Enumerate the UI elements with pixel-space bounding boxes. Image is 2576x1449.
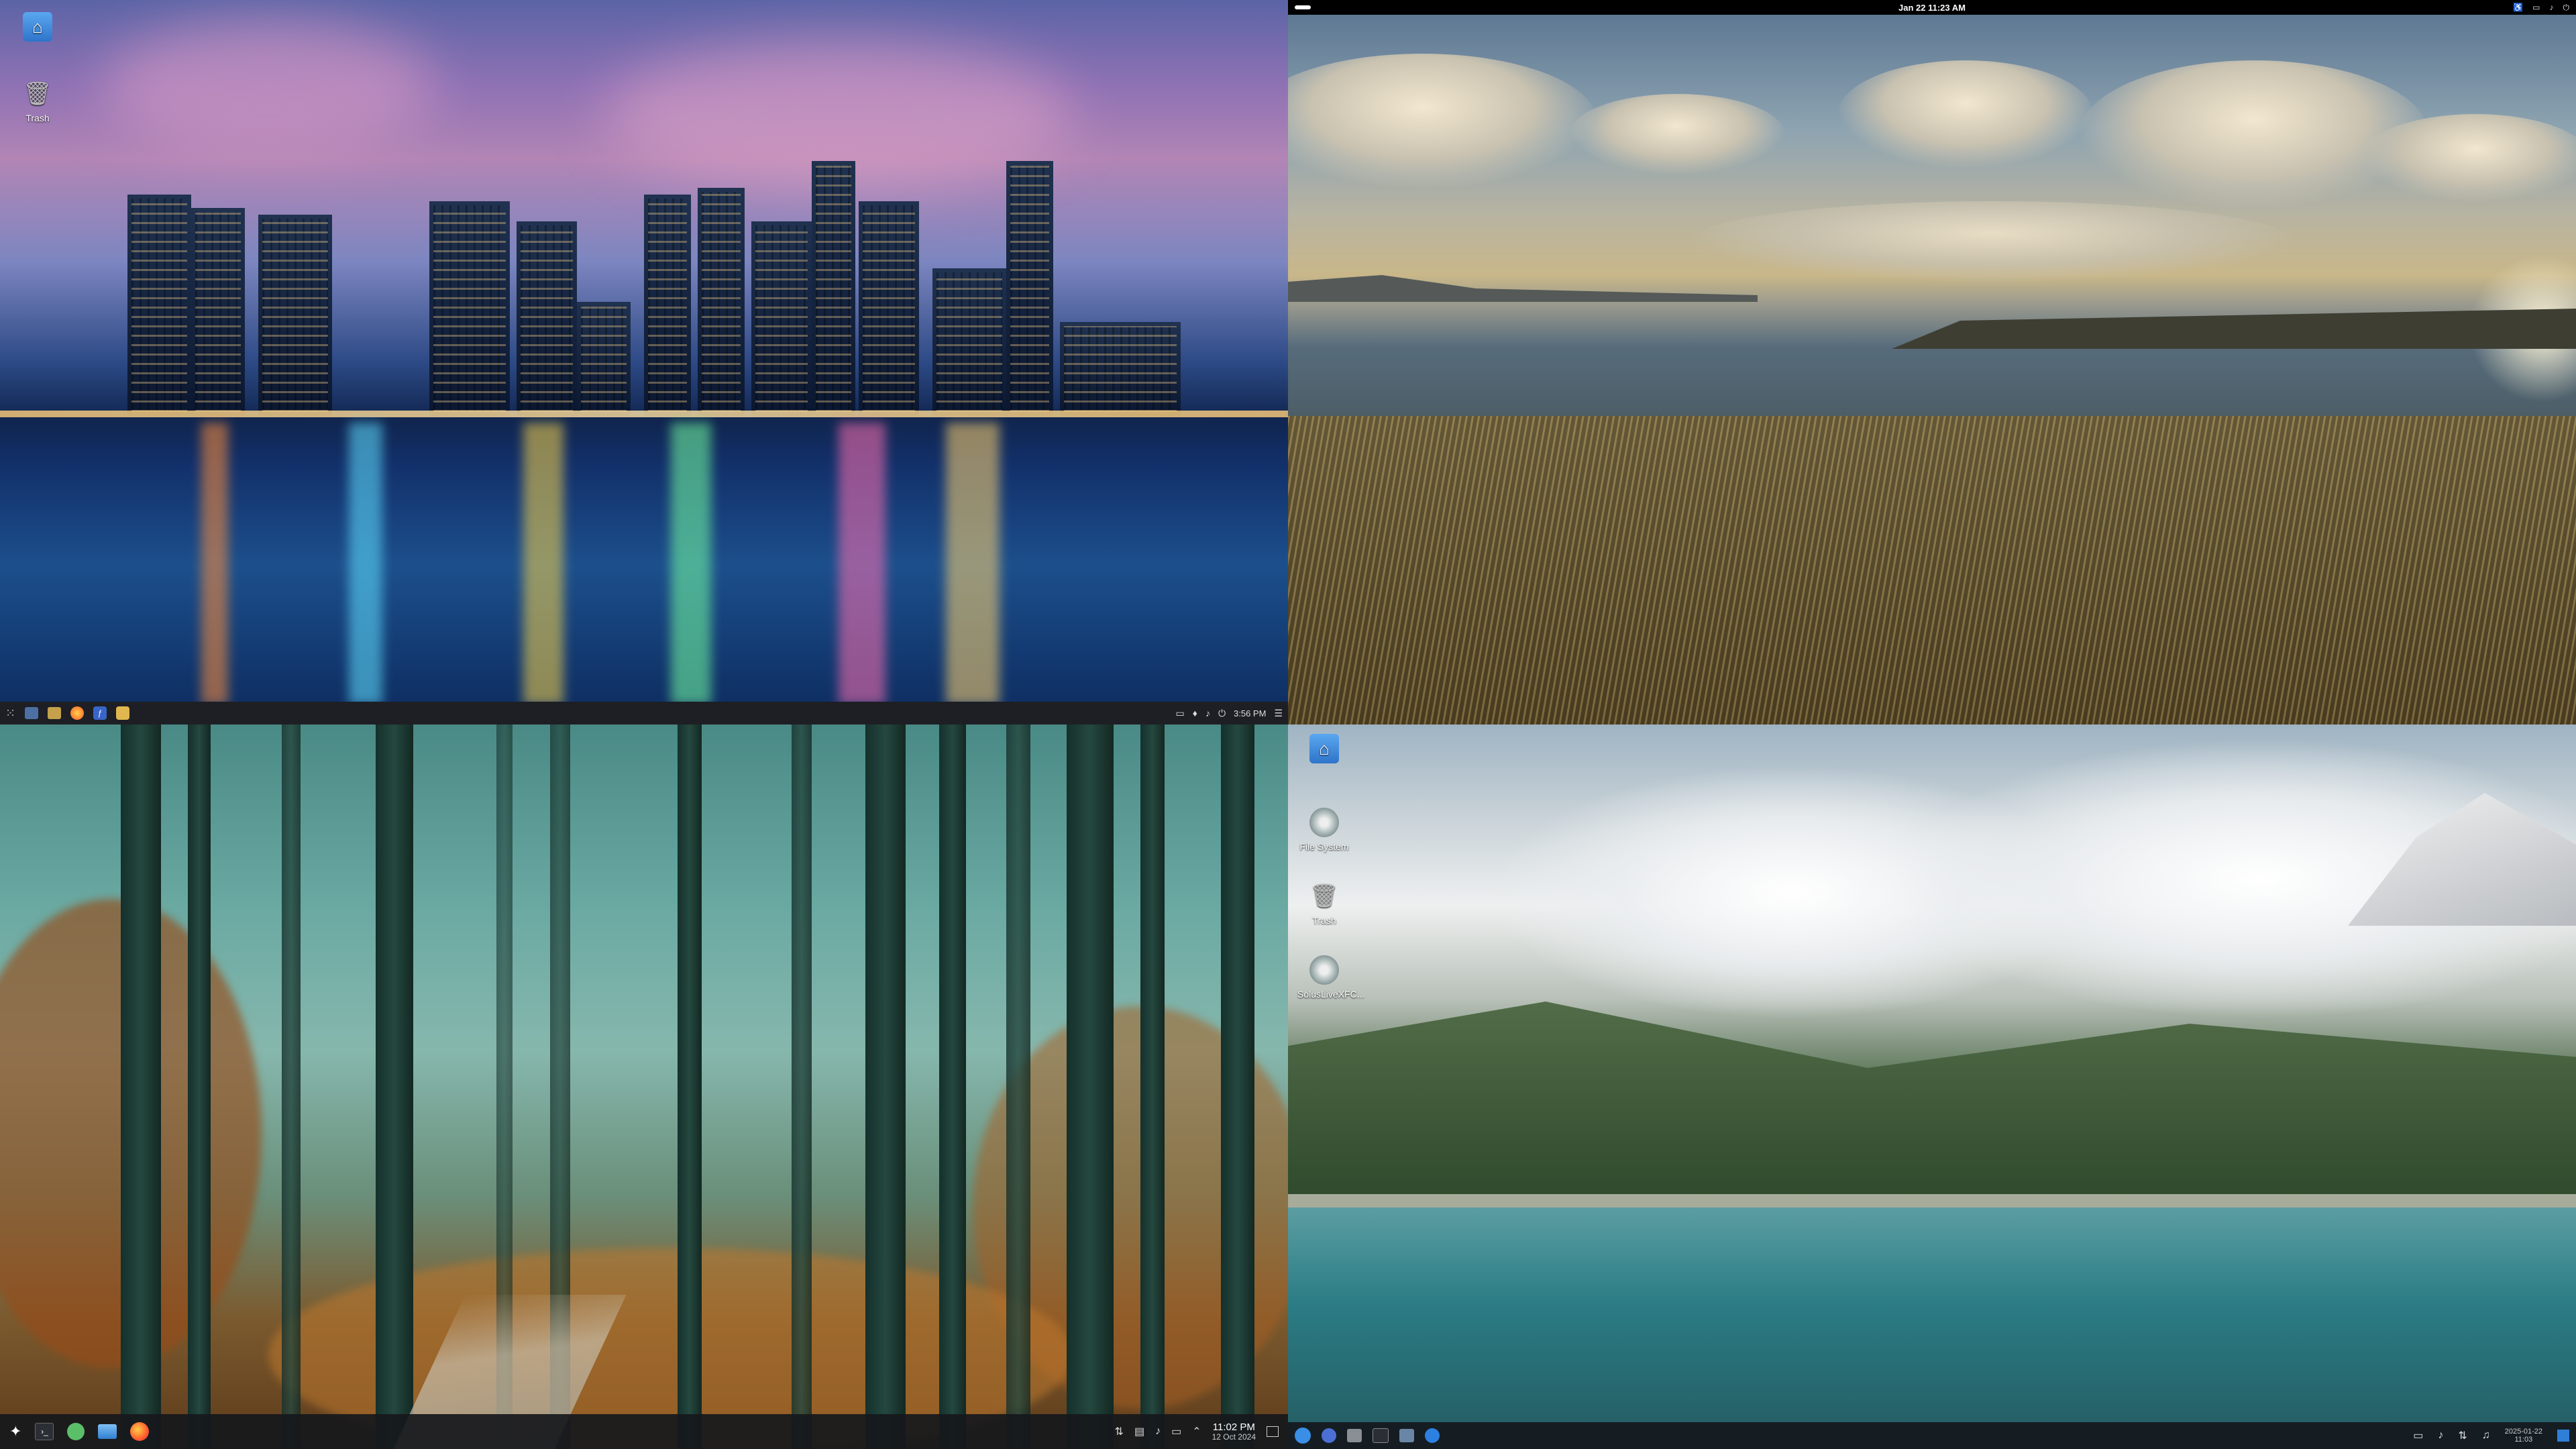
desktop-icon-trash[interactable]: 🗑 Trash xyxy=(1297,881,1351,926)
home-folder-icon: ⌂ xyxy=(1309,734,1339,763)
wallpaper-lake-mountains xyxy=(1288,724,2576,1449)
network-icon[interactable]: ⇅ xyxy=(2458,1429,2467,1442)
settings-icon[interactable] xyxy=(1425,1428,1440,1443)
trash-icon: 🗑 xyxy=(23,81,52,107)
expand-icon[interactable]: ⌃ xyxy=(1192,1425,1201,1438)
desktop-top-left: ⌂ 🗑 Trash ⁙ ƒ ▭ ♦ ♪ ⏻ 3:56 PM ☰ xyxy=(0,0,1288,724)
screen-icon[interactable]: ▭ xyxy=(1176,708,1185,719)
home-folder-icon: ⌂ xyxy=(23,12,52,42)
desktop-bottom-left: ✦ ›_ ⇅ ▤ ♪ ▭ ⌃ 11:02 PM 12 Oct 2024 xyxy=(0,724,1288,1449)
desktop-icon-home[interactable]: ⌂ xyxy=(1297,734,1351,767)
accessibility-icon[interactable]: ♿ xyxy=(2513,3,2523,12)
display-icon[interactable]: ▭ xyxy=(1171,1425,1181,1438)
desktop-icon[interactable] xyxy=(25,707,39,719)
volume-icon[interactable]: ♪ xyxy=(2550,3,2554,12)
wallpaper-city-skyline xyxy=(0,0,1288,724)
app-grid-icon[interactable]: ⁙ xyxy=(5,706,15,720)
network-icon[interactable]: ⇅ xyxy=(1115,1425,1124,1438)
display-icon[interactable]: ▭ xyxy=(2413,1429,2423,1442)
files-icon[interactable] xyxy=(1347,1429,1362,1442)
wallpaper-forest xyxy=(0,724,1288,1449)
terminal-icon[interactable]: ›_ xyxy=(35,1423,54,1440)
trash-icon: 🗑 xyxy=(1309,883,1339,909)
volume-icon[interactable]: ♪ xyxy=(2438,1430,2443,1442)
firefox-icon[interactable] xyxy=(70,706,85,720)
files-icon[interactable] xyxy=(98,1424,117,1439)
menu-icon[interactable] xyxy=(1295,1428,1311,1444)
show-desktop-icon[interactable] xyxy=(2557,1430,2569,1442)
files-icon[interactable] xyxy=(48,707,62,719)
notification-icon[interactable]: ♦ xyxy=(1193,708,1197,718)
app-icon[interactable] xyxy=(1322,1428,1336,1443)
installer-icon[interactable] xyxy=(1399,1429,1414,1442)
desktop-top-right: Jan 22 11:23 AM ♿ ▭ ♪ ⏻ xyxy=(1288,0,2576,724)
clipboard-icon[interactable]: ▤ xyxy=(1134,1425,1144,1438)
volume-icon[interactable]: ♪ xyxy=(1205,708,1210,718)
bottom-panel: ⁙ ƒ ▭ ♦ ♪ ⏻ 3:56 PM ☰ xyxy=(0,702,1288,724)
desktop-bottom-right: ⌂ File System 🗑 Trash SolusLiveXFC... ▭ … xyxy=(1288,724,2576,1449)
app-icon[interactable] xyxy=(67,1423,85,1440)
power-icon[interactable]: ⏻ xyxy=(2563,3,2570,13)
volume-icon[interactable]: ♪ xyxy=(1155,1426,1161,1438)
terminal-icon[interactable] xyxy=(1373,1428,1389,1443)
power-icon[interactable]: ⏻ xyxy=(1218,708,1226,719)
filesystem-icon xyxy=(1309,808,1339,837)
menu-icon[interactable]: ✦ xyxy=(9,1423,21,1440)
show-desktop-icon[interactable] xyxy=(1267,1426,1279,1437)
activities-button[interactable] xyxy=(1295,5,1311,9)
menu-icon[interactable]: ☰ xyxy=(1274,708,1283,719)
firefox-icon[interactable] xyxy=(130,1422,150,1441)
top-bar: Jan 22 11:23 AM ♿ ▭ ♪ ⏻ xyxy=(1288,0,2576,15)
desktop-icon-filesystem[interactable]: File System xyxy=(1297,808,1351,852)
panel-clock[interactable]: 2025-01-22 11:03 xyxy=(2505,1428,2542,1444)
fedora-icon[interactable]: ƒ xyxy=(93,706,107,720)
screen-icon[interactable]: ▭ xyxy=(2532,3,2540,12)
bottom-panel: ✦ ›_ ⇅ ▤ ♪ ▭ ⌃ 11:02 PM 12 Oct 2024 xyxy=(0,1414,1288,1449)
desktop-icon-home[interactable]: ⌂ xyxy=(11,12,64,46)
desktop-icon-trash[interactable]: 🗑 Trash xyxy=(11,79,64,123)
wallpaper-coast xyxy=(1288,0,2576,724)
panel-clock[interactable]: 3:56 PM xyxy=(1234,708,1266,718)
panel-clock[interactable]: 11:02 PM 12 Oct 2024 xyxy=(1212,1422,1256,1441)
top-bar-clock[interactable]: Jan 22 11:23 AM xyxy=(1898,3,1966,13)
desktop-icon-live-disk[interactable]: SolusLiveXFC... xyxy=(1297,955,1364,1000)
bottom-panel: ▭ ♪ ⇅ ♫ 2025-01-22 11:03 xyxy=(1288,1422,2576,1449)
disk-icon xyxy=(1309,955,1339,985)
bell-icon[interactable]: ♫ xyxy=(2482,1430,2490,1442)
settings-icon[interactable] xyxy=(116,706,130,720)
